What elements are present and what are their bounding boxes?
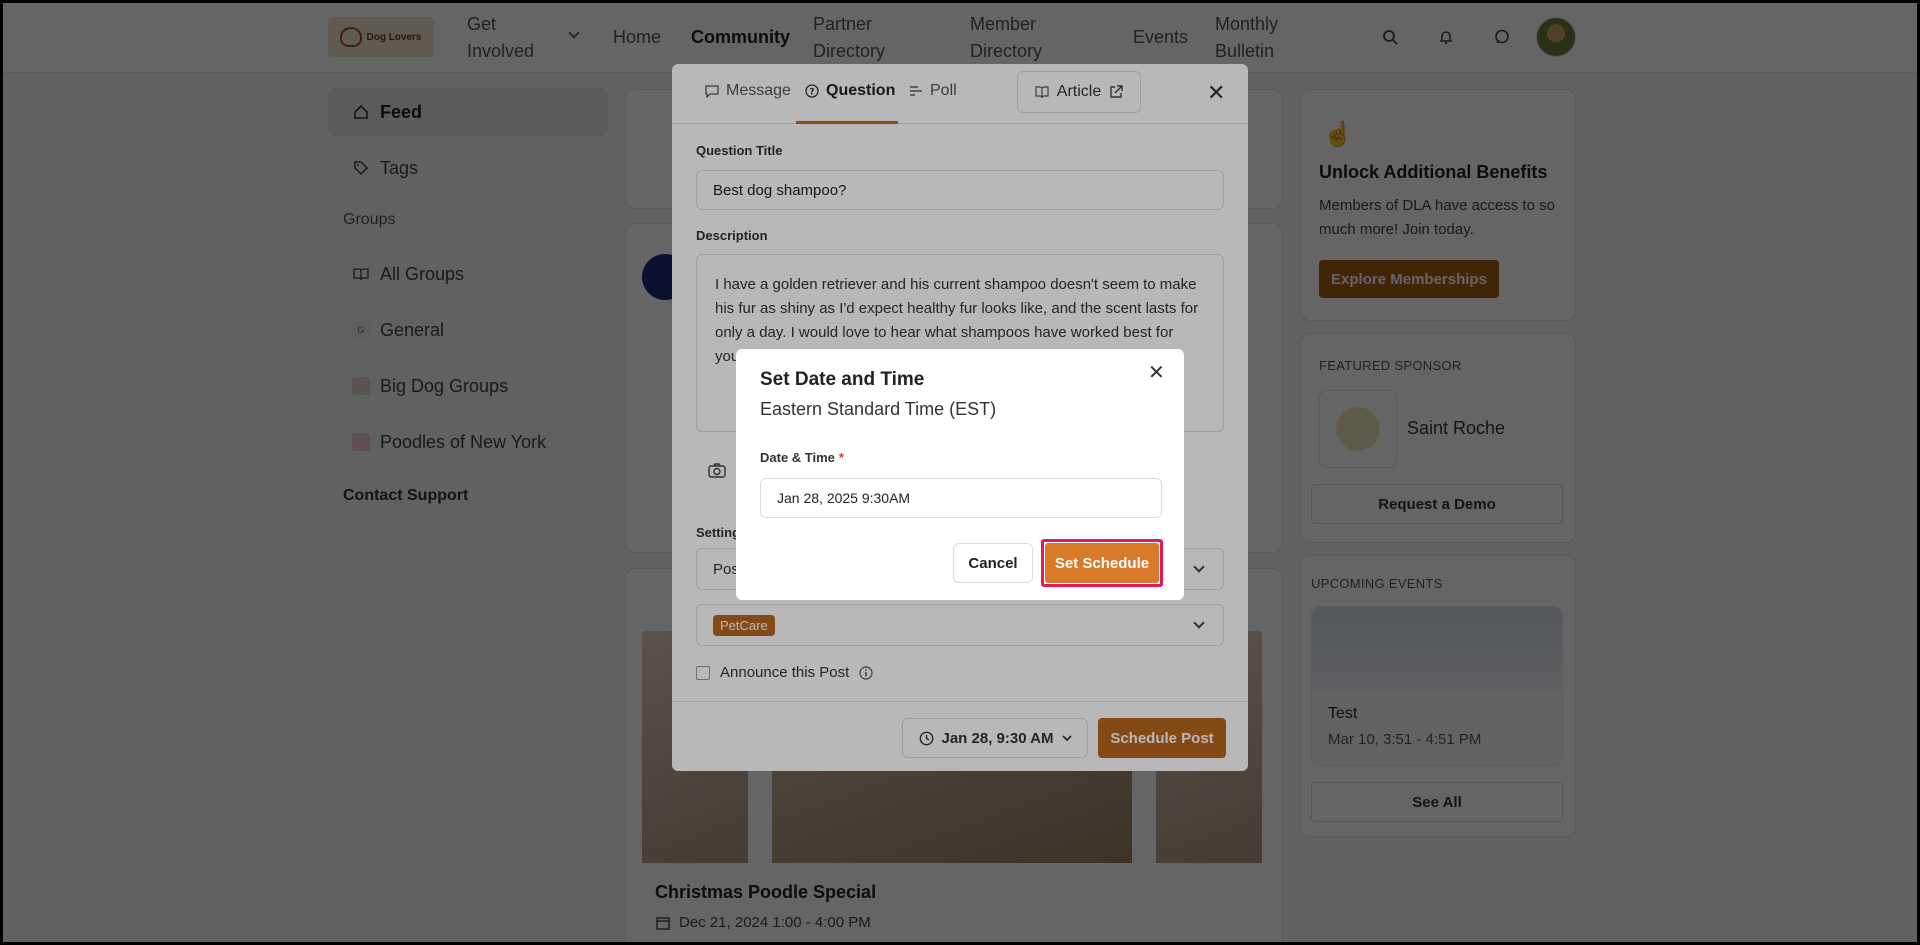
app-window: Dog Lovers Get Involved Home Community P…	[3, 3, 1917, 942]
set-date-time-dialog: Set Date and Time ✕ Eastern Standard Tim…	[736, 349, 1184, 600]
date-time-label: Date & Time *	[760, 450, 844, 465]
dialog-title: Set Date and Time	[760, 369, 925, 390]
set-schedule-button[interactable]: Set Schedule	[1045, 543, 1159, 583]
date-time-input[interactable]: Jan 28, 2025 9:30AM	[760, 478, 1162, 518]
timezone-label: Eastern Standard Time (EST)	[760, 399, 997, 419]
close-icon[interactable]: ✕	[1148, 363, 1165, 383]
date-time-label-text: Date & Time	[760, 450, 835, 465]
required-marker: *	[838, 450, 844, 465]
cancel-button[interactable]: Cancel	[953, 543, 1033, 583]
